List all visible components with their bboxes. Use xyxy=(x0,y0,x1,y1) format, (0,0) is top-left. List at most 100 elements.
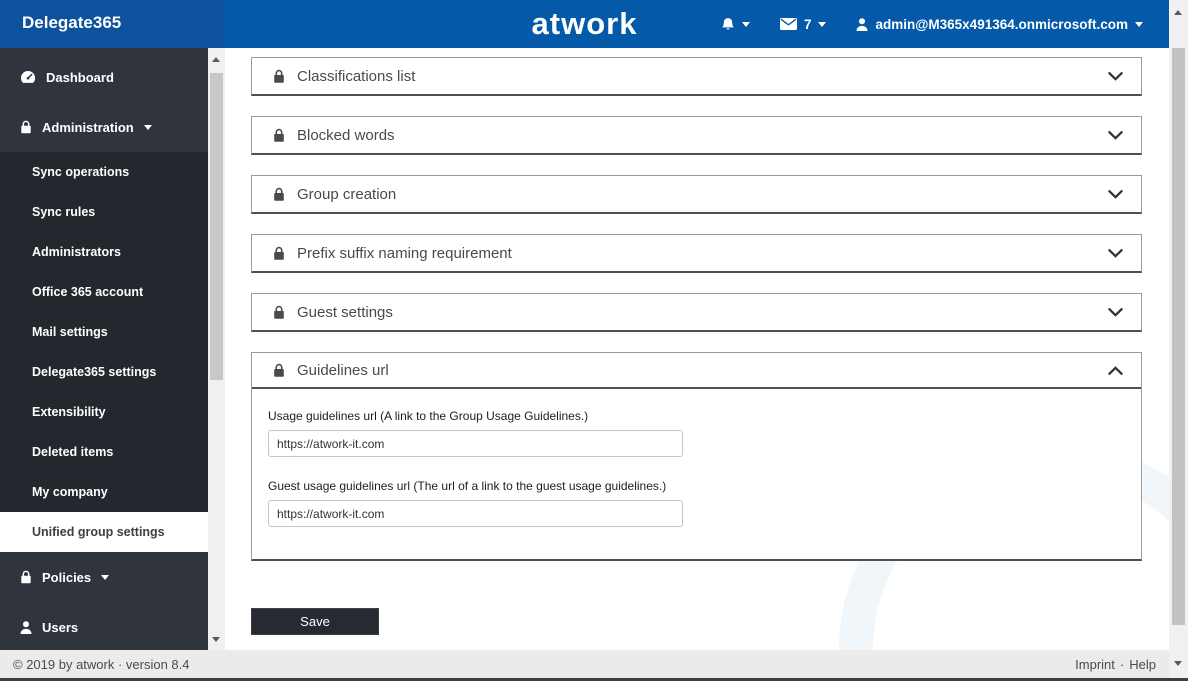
caret-down-icon xyxy=(101,574,110,580)
lock-icon xyxy=(273,246,285,261)
scroll-down-arrow-icon[interactable] xyxy=(1174,661,1182,666)
panel-title: Classifications list xyxy=(297,67,416,85)
sidebar-item-extensibility[interactable]: Extensibility xyxy=(0,392,208,432)
lock-icon xyxy=(20,120,32,134)
sidebar-item-label: Office 365 account xyxy=(32,285,144,299)
footer-links: Imprint · Help xyxy=(1075,657,1156,672)
sidebar-item-label: Deleted items xyxy=(32,445,114,459)
notifications-menu[interactable] xyxy=(721,17,750,32)
sidebar-item-label: My company xyxy=(32,485,108,499)
lock-icon xyxy=(273,305,285,320)
sidebar-scrollbar[interactable] xyxy=(208,48,225,650)
topbar-right-menu: 7 admin@M365x491364.onmicrosoft.com xyxy=(721,0,1143,48)
caret-down-icon xyxy=(741,21,750,27)
lock-icon xyxy=(20,570,32,584)
page-scrollbar-thumb[interactable] xyxy=(1172,48,1185,625)
sidebar-item-label: Dashboard xyxy=(46,69,114,85)
sidebar-item-administration[interactable]: Administration xyxy=(0,112,208,142)
administration-submenu: Sync operations Sync rules Administrator… xyxy=(0,152,208,512)
footer-link-separator: · xyxy=(1119,656,1125,672)
help-link[interactable]: Help xyxy=(1129,657,1156,672)
accordion-panel-guidelines-url: Guidelines url Usage guidelines url (A l… xyxy=(251,352,1142,561)
lock-icon xyxy=(273,128,285,143)
panel-header-group-creation[interactable]: Group creation xyxy=(252,176,1141,212)
scroll-up-arrow-icon[interactable] xyxy=(1174,10,1182,15)
sidebar-item-policies[interactable]: Policies xyxy=(0,562,208,592)
panel-header-prefix-suffix[interactable]: Prefix suffix naming requirement xyxy=(252,235,1141,271)
bell-icon xyxy=(721,17,735,32)
accordion-panel-blocked-words: Blocked words xyxy=(251,116,1142,155)
mail-count-badge: 7 xyxy=(803,16,812,32)
chevron-down-icon[interactable] xyxy=(1108,130,1123,140)
sidebar-item-label: Delegate365 settings xyxy=(32,365,157,379)
sidebar-item-label: Sync rules xyxy=(32,205,96,219)
sidebar-item-my-company[interactable]: My company xyxy=(0,472,208,512)
accordion-panel-guest-settings: Guest settings xyxy=(251,293,1142,332)
panel-header-guidelines-url[interactable]: Guidelines url xyxy=(252,353,1141,389)
messages-menu[interactable]: 7 xyxy=(779,16,827,32)
sidebar-item-label: Administration xyxy=(42,119,134,135)
panel-header-guest-settings[interactable]: Guest settings xyxy=(252,294,1141,330)
sidebar-item-sync-rules[interactable]: Sync rules xyxy=(0,192,208,232)
sidebar-item-label: Administrators xyxy=(32,245,121,259)
sidebar-item-label: Policies xyxy=(42,569,92,585)
sidebar-item-mail-settings[interactable]: Mail settings xyxy=(0,312,208,352)
panel-header-classifications-list[interactable]: Classifications list xyxy=(252,58,1141,94)
panel-title: Blocked words xyxy=(297,126,395,144)
sidebar-item-dashboard[interactable]: Dashboard xyxy=(0,62,208,92)
delegate365-app: Delegate365 atwork 7 admin@M365x491364.o… xyxy=(0,0,1188,681)
chevron-down-icon[interactable] xyxy=(1108,189,1123,199)
chevron-down-icon[interactable] xyxy=(1108,248,1123,258)
user-email: admin@M365x491364.onmicrosoft.com xyxy=(875,16,1128,32)
usage-guidelines-label: Usage guidelines url (A link to the Grou… xyxy=(268,409,589,423)
envelope-icon xyxy=(779,18,797,30)
dashboard-gauge-icon xyxy=(20,70,36,84)
save-button[interactable]: Save xyxy=(251,608,379,635)
sidebar-item-sync-operations[interactable]: Sync operations xyxy=(0,152,208,192)
guest-usage-guidelines-input[interactable] xyxy=(268,500,683,527)
user-icon xyxy=(856,17,868,31)
footer-copyright: © 2019 by atwork · version 8.4 xyxy=(13,656,190,672)
guidelines-url-form: Usage guidelines url (A link to the Grou… xyxy=(252,389,1141,527)
usage-guidelines-input[interactable] xyxy=(268,430,683,457)
user-account-menu[interactable]: admin@M365x491364.onmicrosoft.com xyxy=(856,17,1143,32)
page-scrollbar[interactable] xyxy=(1169,0,1188,678)
scroll-down-arrow-icon[interactable] xyxy=(212,637,220,642)
panel-title: Group creation xyxy=(297,185,397,203)
sidebar-item-label: Mail settings xyxy=(32,325,108,339)
user-icon xyxy=(20,620,32,634)
sidebar-item-users[interactable]: Users xyxy=(0,612,208,642)
footer-bar: © 2019 by atwork · version 8.4 Imprint ·… xyxy=(0,650,1169,678)
sidebar-item-deleted-items[interactable]: Deleted items xyxy=(0,432,208,472)
sidebar-scrollbar-thumb[interactable] xyxy=(210,73,223,380)
accordion-panel-classifications-list: Classifications list xyxy=(251,57,1142,96)
sidebar-item-administrators[interactable]: Administrators xyxy=(0,232,208,272)
accordion-panel-group-creation: Group creation xyxy=(251,175,1142,214)
panel-title: Prefix suffix naming requirement xyxy=(297,244,512,262)
lock-icon xyxy=(273,187,285,202)
chevron-up-icon[interactable] xyxy=(1108,365,1123,375)
sidebar-item-label: Extensibility xyxy=(32,405,106,419)
chevron-down-icon[interactable] xyxy=(1108,307,1123,317)
sidebar-item-label: Sync operations xyxy=(32,165,130,179)
accordion-panel-prefix-suffix: Prefix suffix naming requirement xyxy=(251,234,1142,273)
main-content: Classifications list Blocked words Group… xyxy=(225,48,1169,650)
chevron-down-icon[interactable] xyxy=(1108,71,1123,81)
caret-down-icon xyxy=(143,124,152,130)
sidebar-item-delegate365-settings[interactable]: Delegate365 settings xyxy=(0,352,208,392)
sidebar-item-unified-group-settings[interactable]: Unified group settings xyxy=(0,512,208,552)
sidebar-item-label: Users xyxy=(42,619,79,635)
panel-title: Guidelines url xyxy=(297,361,389,379)
caret-down-icon xyxy=(1135,21,1143,27)
top-navbar: Delegate365 atwork 7 admin@M365x491364.o… xyxy=(0,0,1169,48)
imprint-link[interactable]: Imprint xyxy=(1075,657,1115,672)
caret-down-icon xyxy=(818,21,827,27)
guest-usage-guidelines-label: Guest usage guidelines url (The url of a… xyxy=(268,479,667,493)
scroll-up-arrow-icon[interactable] xyxy=(212,57,220,62)
lock-icon xyxy=(273,363,285,378)
sidebar-item-office365-account[interactable]: Office 365 account xyxy=(0,272,208,312)
lock-icon xyxy=(273,69,285,84)
sidebar-nav: Dashboard Administration Sync operations… xyxy=(0,48,208,650)
panel-title: Guest settings xyxy=(297,303,393,321)
panel-header-blocked-words[interactable]: Blocked words xyxy=(252,117,1141,153)
